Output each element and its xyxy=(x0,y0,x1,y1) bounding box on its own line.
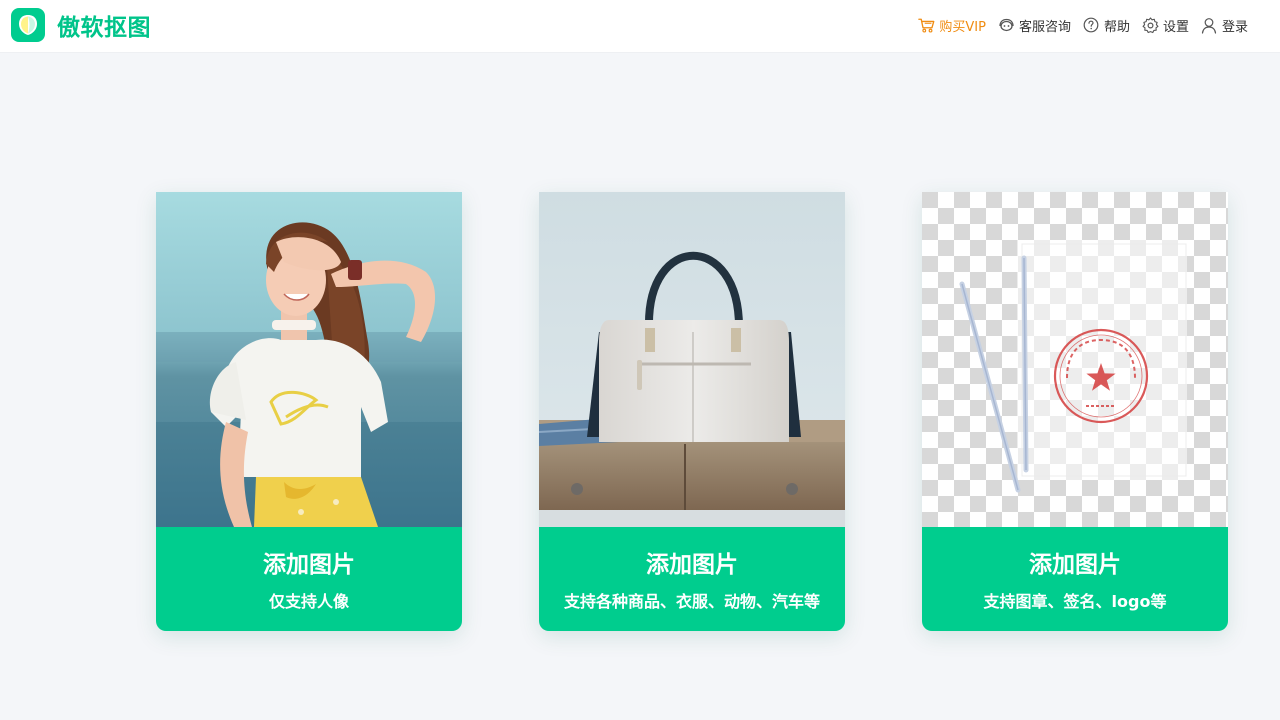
product-upload-card[interactable]: 添加图片 支持各种商品、衣服、动物、汽车等 xyxy=(539,192,845,631)
card-title: 添加图片 xyxy=(1029,552,1121,578)
stamp-upload-card[interactable]: 添加图片 支持图章、签名、logo等 xyxy=(922,192,1228,631)
mode-cards: 添加图片 仅支持人像 添加图片 支持各种商品、衣服、动物、汽车等 添加图片 支持… xyxy=(0,0,1280,720)
card-title: 添加图片 xyxy=(263,552,355,578)
card-subtitle: 支持图章、签名、logo等 xyxy=(983,592,1167,611)
card-title: 添加图片 xyxy=(646,552,738,578)
stamp-sample-image xyxy=(922,192,1228,527)
portrait-upload-card[interactable]: 添加图片 仅支持人像 xyxy=(156,192,462,631)
portrait-sample-image xyxy=(156,192,462,527)
handbag-sample-image xyxy=(539,192,845,527)
card-subtitle: 仅支持人像 xyxy=(268,592,349,611)
card-subtitle: 支持各种商品、衣服、动物、汽车等 xyxy=(563,592,820,611)
